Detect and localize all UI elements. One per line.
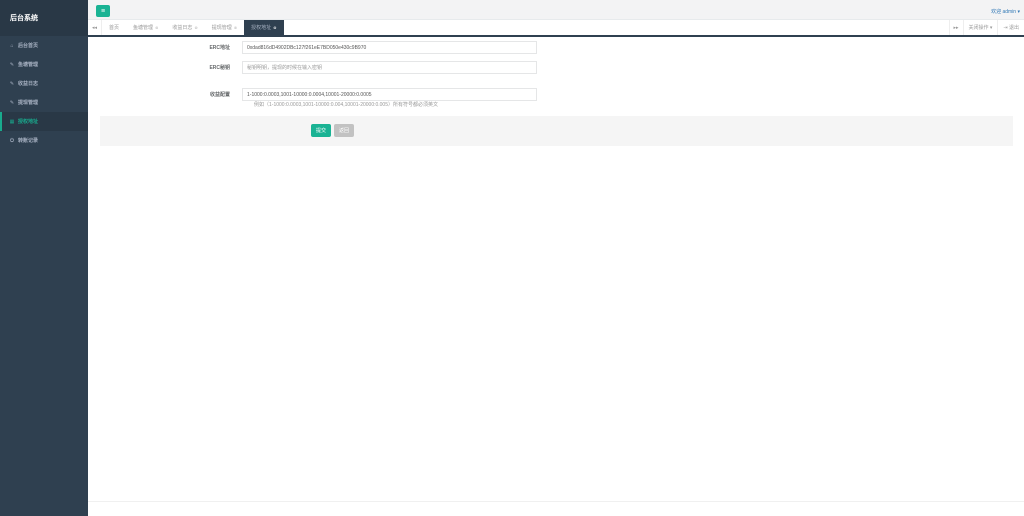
close-icon[interactable]: ⊗ <box>273 25 276 30</box>
top-bar: ≡ 欢迎 admin ▾ <box>88 0 1024 20</box>
wrench-icon: ✎ <box>9 61 15 68</box>
sidebar-item-income-log[interactable]: ✎ 收益日志 <box>0 74 88 93</box>
double-right-arrow-icon: ▸▸ <box>953 24 959 31</box>
tab-label: 授权地址 <box>251 25 272 31</box>
income-config-label: 收益配置 <box>209 92 230 98</box>
sidebar-item-auth-address[interactable]: ▦ 授权地址 <box>0 112 88 131</box>
wrench-icon: ✎ <box>9 99 15 106</box>
sidebar-item-home[interactable]: ⌂ 后台首页 <box>0 36 88 55</box>
tabs-scroll-right-button[interactable]: ▸▸ <box>948 20 963 35</box>
tab-label: 收益日志 <box>172 25 193 31</box>
power-icon: ⏻ <box>10 137 14 144</box>
form-row-erc-key: ERC秘钥 <box>88 61 1024 74</box>
tab-label: 提现管理 <box>211 25 232 31</box>
form-row-income-config: 收益配置 <box>88 88 1024 101</box>
sidebar-item-transfer-log[interactable]: ⏻ 转账记录 <box>0 131 88 150</box>
close-ops-dropdown[interactable]: 关闭操作 ▾ <box>962 20 998 35</box>
form-action-bar: 提交 返回 <box>100 116 1013 146</box>
close-icon[interactable]: ⊗ <box>234 25 237 30</box>
tab-income-log[interactable]: 收益日志 ⊗ <box>165 20 204 35</box>
erc-address-input[interactable] <box>242 41 537 54</box>
erc-address-label: ERC地址 <box>209 45 230 51</box>
sidebar-item-label: 授权地址 <box>18 119 39 125</box>
user-menu[interactable]: 欢迎 admin ▾ <box>991 8 1020 15</box>
tab-label: 鱼塘管理 <box>133 25 154 31</box>
sidebar: 后台系统 ⌂ 后台首页 ✎ 鱼塘管理 ✎ 收益日志 ✎ 提现管理 ▦ 授权地址 … <box>0 0 88 516</box>
sidebar-item-label: 后台首页 <box>18 43 39 49</box>
double-left-arrow-icon: ◂◂ <box>91 24 98 31</box>
home-icon: ⌂ <box>10 42 14 49</box>
sidebar-item-withdraw[interactable]: ✎ 提现管理 <box>0 93 88 112</box>
tab-home[interactable]: 首页 <box>102 20 126 35</box>
main-content: ERC地址 ERC秘钥 收益配置 例如（1-1000:0.0003,1001-1… <box>88 37 1024 516</box>
grid-icon: ▦ <box>9 118 15 125</box>
sidebar-item-label: 转账记录 <box>18 138 39 144</box>
back-button[interactable]: 返回 <box>334 124 355 137</box>
tabs-spacer <box>284 20 949 35</box>
tab-auth-address[interactable]: 授权地址 ⊗ <box>244 20 284 35</box>
erc-key-input[interactable] <box>242 61 537 74</box>
income-config-input[interactable] <box>242 88 537 101</box>
app-title: 后台系统 <box>0 0 88 36</box>
tab-pond[interactable]: 鱼塘管理 ⊗ <box>126 20 165 35</box>
sidebar-item-label: 收益日志 <box>18 81 39 87</box>
tab-label: 首页 <box>109 25 120 31</box>
wrench-icon: ✎ <box>9 80 15 87</box>
submit-button[interactable]: 提交 <box>311 124 332 137</box>
logout-button[interactable]: ⇥ 退出 <box>997 20 1024 35</box>
hamburger-icon: ≡ <box>100 7 106 15</box>
form-row-erc-address: ERC地址 <box>88 41 1024 54</box>
sidebar-item-pond[interactable]: ✎ 鱼塘管理 <box>0 55 88 74</box>
sidebar-nav: ⌂ 后台首页 ✎ 鱼塘管理 ✎ 收益日志 ✎ 提现管理 ▦ 授权地址 ⏻ 转账记… <box>0 36 88 150</box>
income-config-hint: 例如（1-1000:0.0003,1001-10000:0.004,10001-… <box>254 102 438 108</box>
footer-divider <box>88 501 1024 502</box>
close-icon[interactable]: ⊗ <box>194 25 197 30</box>
menu-toggle-button[interactable]: ≡ <box>96 5 110 17</box>
tabs-scroll-left-button[interactable]: ◂◂ <box>88 20 102 35</box>
sidebar-item-label: 提现管理 <box>18 100 39 106</box>
sidebar-item-label: 鱼塘管理 <box>18 62 39 68</box>
tab-withdraw[interactable]: 提现管理 ⊗ <box>205 20 244 35</box>
tabs-bar: ◂◂ 首页 鱼塘管理 ⊗ 收益日志 ⊗ 提现管理 ⊗ 授权地址 ⊗ ▸▸ 关闭操… <box>88 20 1024 37</box>
close-icon[interactable]: ⊗ <box>155 25 158 30</box>
erc-key-label: ERC秘钥 <box>209 65 230 71</box>
